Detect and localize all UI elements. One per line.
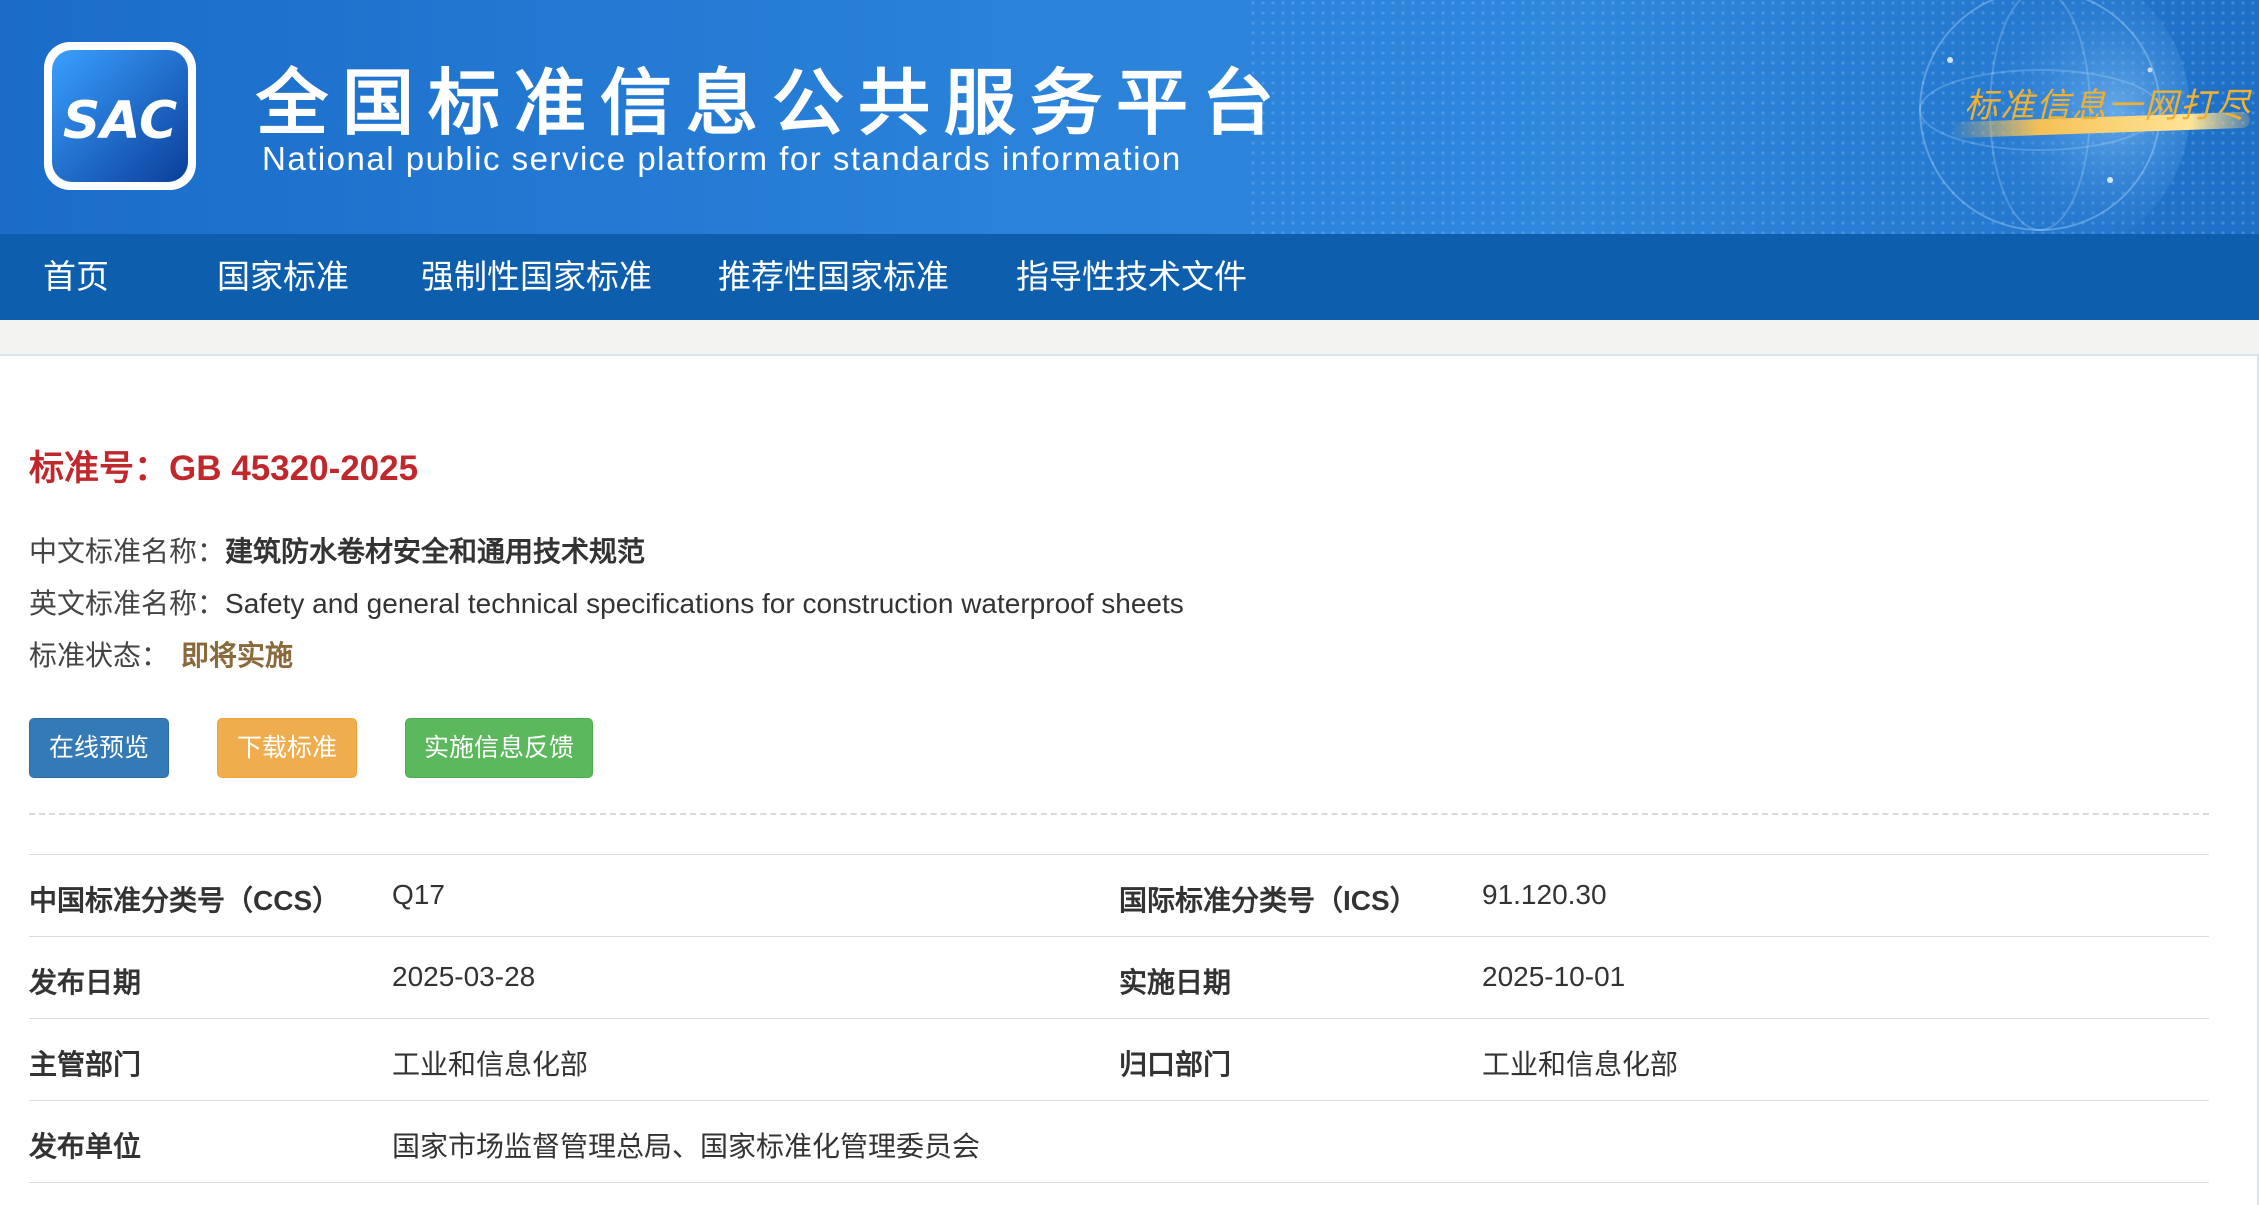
ics-label: 国际标准分类号（ICS） [1119,885,1418,916]
publisher-value: 国家市场监督管理总局、国家标准化管理委员会 [392,1131,981,1162]
download-standard-button[interactable]: 下载标准 [217,718,357,778]
cn-name: 建筑防水卷材安全和通用技术规范 [225,536,646,567]
table-bottom-border [29,1182,2209,1183]
ccs-label: 中国标准分类号（CCS） [29,885,341,916]
svg-text:SAC: SAC [63,91,177,151]
implement-date-label: 实施日期 [1119,967,1232,998]
responsible-dept-label: 归口部门 [1119,1049,1232,1080]
implement-date-value: 2025-10-01 [1482,961,1626,992]
nav-item-guidance-documents[interactable]: 指导性技术文件 [1016,234,1247,320]
table-row: 发布单位 国家市场监督管理总局、国家标准化管理委员会 [29,1100,2209,1182]
status-label: 标准状态： [29,640,170,671]
implementation-feedback-button[interactable]: 实施信息反馈 [405,718,593,778]
status-badge: 即将实施 [181,640,294,671]
table-row: 发布日期 2025-03-28 实施日期 2025-10-01 [29,936,2209,1018]
nav-item-home[interactable]: 首页 [43,234,109,320]
standard-number: GB 45320-2025 [169,449,419,488]
slogan-text: 标准信息一网打尽 [1964,86,2252,126]
publish-date-label: 发布日期 [29,967,142,998]
cn-name-label: 中文标准名称： [29,536,226,567]
site-title: 全国标准信息公共服务平台 [256,61,1289,145]
en-name: Safety and general technical specificati… [225,588,1184,619]
nav-item-national-standards[interactable]: 国家标准 [217,234,349,320]
publisher-label: 发布单位 [29,1131,142,1162]
ics-value: 91.120.30 [1482,879,1607,910]
sac-logo[interactable]: SAC [40,38,200,194]
header-banner: SAC 全国标准信息公共服务平台 National public service… [0,0,2259,234]
cn-name-line: 中文标准名称：建筑防水卷材安全和通用技术规范 [29,530,645,570]
site-subtitle: National public service platform for sta… [262,140,1182,177]
ccs-value: Q17 [392,879,445,910]
nav-item-mandatory-standards[interactable]: 强制性国家标准 [421,234,652,320]
standard-number-heading: 标准号：GB 45320-2025 [29,440,418,491]
online-preview-button[interactable]: 在线预览 [29,718,169,778]
status-line: 标准状态： 即将实施 [29,634,293,674]
publish-date-value: 2025-03-28 [392,961,536,992]
competent-dept-label: 主管部门 [29,1049,142,1080]
nav-item-recommended-standards[interactable]: 推荐性国家标准 [718,234,949,320]
responsible-dept-value: 工业和信息化部 [1482,1049,1679,1080]
main-nav: 首页 国家标准 强制性国家标准 推荐性国家标准 指导性技术文件 [0,234,2259,320]
standard-number-label: 标准号： [29,449,170,488]
en-name-label: 英文标准名称： [29,588,226,619]
table-row: 中国标准分类号（CCS） Q17 国际标准分类号（ICS） 91.120.30 [29,854,2209,936]
section-divider [29,813,2209,815]
en-name-line: 英文标准名称：Safety and general technical spec… [29,582,1184,622]
table-row: 主管部门 工业和信息化部 归口部门 工业和信息化部 [29,1018,2209,1100]
breadcrumb-strip [0,320,2259,356]
competent-dept-value: 工业和信息化部 [392,1049,589,1080]
